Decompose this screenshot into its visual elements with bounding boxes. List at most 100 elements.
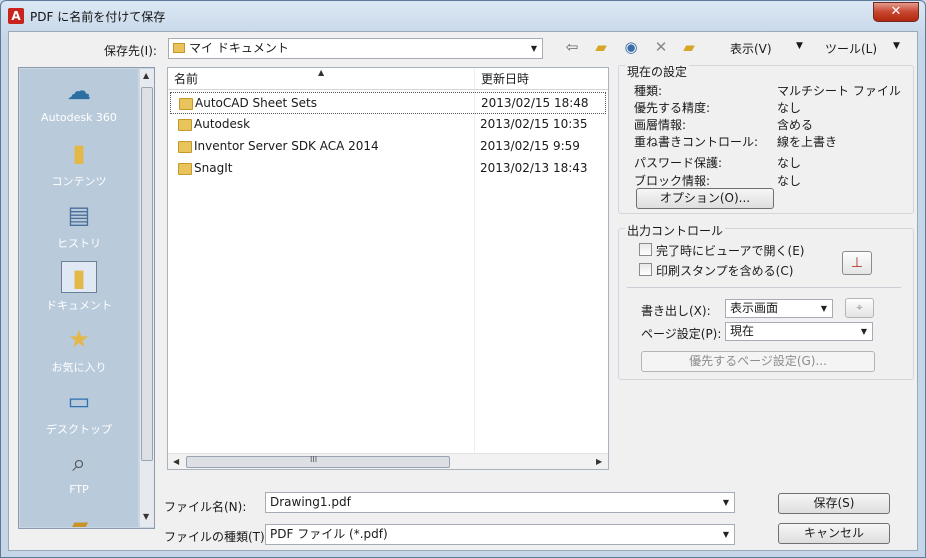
scroll-thumb[interactable] bbox=[141, 87, 153, 461]
table-row[interactable]: Inventor Server SDK ACA 2014 2013/02/15 … bbox=[170, 136, 606, 158]
cancel-button[interactable]: キャンセル bbox=[778, 523, 890, 544]
row-date: 2013/02/15 18:48 bbox=[481, 96, 589, 110]
row-name: AutoCAD Sheet Sets bbox=[195, 96, 317, 110]
scroll-thumb[interactable] bbox=[186, 456, 450, 468]
chevron-down-icon: ▼ bbox=[722, 498, 730, 507]
setting-value: 線を上書き bbox=[777, 135, 838, 149]
place-label: ヒストリ bbox=[57, 237, 101, 250]
dialog-body: 保存先(I): マイ ドキュメント ▼ ⇦ ▰ ◉ ✕ ▰ 表示(V) ▼ ツー… bbox=[8, 31, 918, 551]
places-scrollbar[interactable]: ▲ ▼ bbox=[139, 69, 154, 527]
chevron-down-icon: ▼ bbox=[722, 530, 730, 539]
file-list[interactable]: 名前 ▲ 更新日時 AutoCAD Sheet Sets 2013/02/15 … bbox=[167, 67, 609, 470]
setting-label: 画層情報: bbox=[634, 118, 687, 132]
chevron-down-icon: ▼ bbox=[860, 327, 868, 336]
output-control-group: 出力コントロール 完了時にビューアで開く(E) 印刷スタンプを含める(C) ⊥ … bbox=[618, 222, 914, 380]
title-bar: A PDF に名前を付けて保存 ✕ bbox=[1, 1, 925, 31]
places-list: ☁ Autodesk 360 ▮ コンテンツ ▤ ヒストリ ▮ ドキュメント ★ bbox=[20, 69, 138, 527]
page-setup-value: 現在 bbox=[730, 324, 755, 338]
favorites-icon: ★ bbox=[68, 325, 90, 353]
row-name: Autodesk bbox=[194, 117, 251, 131]
place-more[interactable]: ▰ bbox=[20, 505, 138, 527]
place-label: お気に入り bbox=[51, 361, 107, 374]
column-date[interactable]: 更新日時 bbox=[474, 68, 608, 90]
window-pick-icon[interactable]: ⌖ bbox=[845, 298, 874, 318]
chevron-down-icon: ▼ bbox=[530, 44, 538, 53]
setting-value: なし bbox=[777, 174, 802, 188]
scroll-up-icon[interactable]: ▲ bbox=[143, 71, 149, 80]
open-viewer-checkbox[interactable] bbox=[639, 243, 652, 256]
place-label: コンテンツ bbox=[51, 175, 107, 188]
filetype-combo[interactable]: PDF ファイル (*.pdf) ▼ bbox=[265, 524, 735, 545]
table-row[interactable]: SnagIt 2013/02/13 18:43 bbox=[170, 158, 606, 180]
desktop-icon: ▭ bbox=[67, 387, 91, 415]
place-label: Autodesk 360 bbox=[41, 111, 117, 124]
export-combo[interactable]: 表示画面 ▼ bbox=[725, 299, 833, 318]
save-in-label: 保存先(I): bbox=[104, 44, 157, 58]
tools-chevron-down-icon[interactable]: ▼ bbox=[893, 41, 900, 51]
close-button[interactable]: ✕ bbox=[873, 2, 919, 22]
place-label: デスクトップ bbox=[46, 423, 112, 436]
up-folder-icon[interactable]: ▰ bbox=[591, 38, 611, 56]
place-autodesk-360[interactable]: ☁ Autodesk 360 bbox=[20, 71, 138, 133]
tools-menu[interactable]: ツール(L) bbox=[825, 40, 877, 57]
new-folder-icon[interactable]: ▰ bbox=[679, 38, 699, 56]
folder-icon bbox=[178, 119, 192, 131]
filetype-label: ファイルの種類(T): bbox=[164, 530, 269, 544]
folder-icon: ▮ bbox=[72, 139, 86, 167]
table-row[interactable]: AutoCAD Sheet Sets 2013/02/15 18:48 bbox=[170, 92, 606, 114]
save-in-combo[interactable]: マイ ドキュメント ▼ bbox=[168, 38, 543, 59]
current-settings-title: 現在の設定 bbox=[625, 63, 690, 80]
export-label: 書き出し(X): bbox=[641, 304, 711, 318]
save-button[interactable]: 保存(S) bbox=[778, 493, 890, 514]
filename-input[interactable]: Drawing1.pdf ▼ bbox=[265, 492, 735, 513]
cloud-icon: ☁ bbox=[67, 77, 91, 105]
places-bar: ☁ Autodesk 360 ▮ コンテンツ ▤ ヒストリ ▮ ドキュメント ★ bbox=[18, 67, 155, 529]
options-button[interactable]: オプション(O)... bbox=[636, 188, 774, 209]
place-favorites[interactable]: ★ お気に入り bbox=[20, 319, 138, 381]
setting-label: 種類: bbox=[634, 84, 663, 98]
delete-icon[interactable]: ✕ bbox=[651, 38, 671, 56]
scroll-right-icon[interactable]: ▶ bbox=[596, 457, 602, 466]
history-icon: ▤ bbox=[67, 201, 91, 229]
documents-icon: ▮ bbox=[61, 261, 97, 293]
briefcase-icon: ▰ bbox=[69, 511, 89, 527]
row-name: SnagIt bbox=[194, 161, 233, 175]
save-in-value: マイ ドキュメント bbox=[189, 41, 289, 55]
folder-icon bbox=[179, 98, 193, 110]
setting-label: パスワード保護: bbox=[634, 156, 723, 170]
filename-value: Drawing1.pdf bbox=[270, 495, 351, 509]
stamp-icon[interactable]: ⊥ bbox=[842, 251, 872, 275]
setting-value: なし bbox=[777, 156, 802, 170]
output-control-title: 出力コントロール bbox=[625, 222, 726, 239]
file-list-hscrollbar[interactable]: ◀ III ▶ bbox=[168, 453, 608, 469]
view-chevron-down-icon[interactable]: ▼ bbox=[796, 41, 803, 51]
back-icon[interactable]: ⇦ bbox=[562, 38, 582, 56]
open-viewer-label[interactable]: 完了時にビューアで開く(E) bbox=[656, 242, 804, 259]
folder-icon bbox=[173, 43, 185, 53]
save-as-pdf-dialog: A PDF に名前を付けて保存 ✕ 保存先(I): マイ ドキュメント ▼ ⇦ … bbox=[0, 0, 926, 558]
table-row[interactable]: Autodesk 2013/02/15 10:35 bbox=[170, 114, 606, 136]
include-stamp-label[interactable]: 印刷スタンプを含める(C) bbox=[656, 262, 793, 279]
page-setup-label: ページ設定(P): bbox=[641, 327, 722, 341]
include-stamp-checkbox[interactable] bbox=[639, 263, 652, 276]
place-documents[interactable]: ▮ ドキュメント bbox=[20, 257, 138, 319]
view-menu[interactable]: 表示(V) bbox=[730, 40, 772, 57]
row-date: 2013/02/13 18:43 bbox=[480, 161, 588, 175]
place-history[interactable]: ▤ ヒストリ bbox=[20, 195, 138, 257]
setting-label: ブロック情報: bbox=[634, 174, 711, 188]
folder-icon bbox=[178, 141, 192, 153]
filename-label: ファイル名(N): bbox=[164, 500, 247, 514]
scroll-grip: III bbox=[310, 455, 318, 464]
window-title: PDF に名前を付けて保存 bbox=[30, 10, 166, 24]
page-setup-combo[interactable]: 現在 ▼ bbox=[725, 322, 873, 341]
scroll-down-icon[interactable]: ▼ bbox=[143, 512, 149, 521]
search-web-icon[interactable]: ◉ bbox=[621, 38, 641, 56]
place-ftp[interactable]: ⌕ FTP bbox=[20, 443, 138, 505]
page-setup-override-button[interactable]: 優先するページ設定(G)... bbox=[641, 351, 875, 372]
place-contents[interactable]: ▮ コンテンツ bbox=[20, 133, 138, 195]
place-desktop[interactable]: ▭ デスクトップ bbox=[20, 381, 138, 443]
place-label: FTP bbox=[69, 483, 89, 496]
scroll-left-icon[interactable]: ◀ bbox=[173, 457, 179, 466]
sort-ascending-icon: ▲ bbox=[318, 68, 325, 77]
autocad-app-icon: A bbox=[8, 8, 24, 24]
